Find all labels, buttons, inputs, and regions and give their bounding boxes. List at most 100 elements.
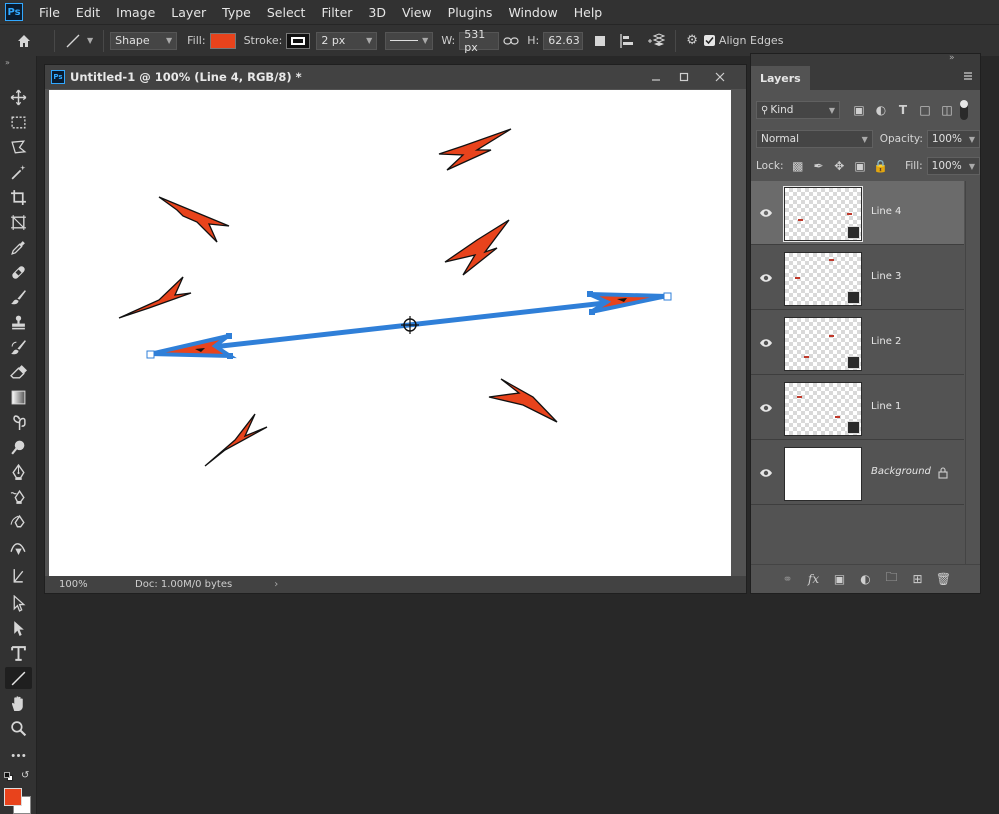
history-brush-tool[interactable] [5,336,32,358]
magic-wand-tool[interactable] [5,161,32,183]
fill-color-swatch[interactable] [209,32,236,49]
canvas[interactable] [49,90,731,576]
path-alignment-icon[interactable] [619,33,635,49]
arrowhead-shape[interactable] [438,128,512,171]
frame-tool[interactable] [5,211,32,233]
filter-type-icon[interactable]: T [892,103,914,117]
stroke-width-select[interactable]: 2 px ▼ [316,31,378,50]
layer-row-line-4[interactable]: Line 4 [751,181,964,245]
lasso-tool[interactable] [5,136,32,158]
home-icon[interactable] [16,33,32,49]
tool-preset-picker[interactable]: ▼ [65,33,93,49]
type-tool[interactable] [5,642,32,664]
menu-filter[interactable]: Filter [313,5,360,20]
layer-row-line-2[interactable]: Line 2 [751,311,964,375]
menu-file[interactable]: File [31,5,68,20]
brush-tool[interactable] [5,286,32,308]
anchor-point[interactable] [587,291,593,297]
foreground-color-swatch[interactable] [4,788,22,806]
pen-tool[interactable] [5,461,32,483]
menu-layer[interactable]: Layer [163,5,214,20]
lock-transparent-pixels-icon[interactable]: ▩ [787,159,808,173]
layer-row-background[interactable]: Background [751,441,964,505]
panel-menu-icon[interactable] [963,71,973,84]
zoom-level[interactable]: 100% [59,579,117,590]
line-tool[interactable] [5,667,32,689]
visibility-eye-icon[interactable] [759,206,773,220]
visibility-eye-icon[interactable] [759,401,773,415]
menu-plugins[interactable]: Plugins [440,5,501,20]
stroke-type-select[interactable]: ▼ [385,31,434,50]
menu-type[interactable]: Type [214,5,259,20]
path-selection-tool[interactable] [5,592,32,614]
minimize-button[interactable] [647,68,665,86]
filter-kind-select[interactable]: ⚲ Kind ▼ [756,101,840,119]
tab-layers[interactable]: Layers [751,66,810,90]
edit-toolbar-button[interactable] [5,744,32,766]
status-menu-chevron-icon[interactable]: › [274,579,278,590]
filter-adjustment-icon[interactable]: ◐ [870,103,892,117]
crop-tool[interactable] [5,186,32,208]
arrowhead-shape[interactable] [204,413,268,467]
maximize-button[interactable] [675,68,693,86]
layer-style-fx-icon[interactable]: fx [801,572,827,586]
lock-image-pixels-icon[interactable]: ✒ [808,159,829,173]
width-input[interactable]: 531 px [459,28,500,54]
menu-edit[interactable]: Edit [68,5,108,20]
visibility-eye-icon[interactable] [759,336,773,350]
add-anchor-tool[interactable] [5,536,32,558]
lock-artboard-icon[interactable]: ▣ [850,159,871,173]
arrowhead-shape[interactable] [118,276,192,319]
menu-image[interactable]: Image [108,5,163,20]
arrowhead-shape[interactable] [158,196,230,243]
gear-icon[interactable]: ⚙ [686,33,698,48]
delete-layer-trash-icon[interactable]: 🗑 [931,572,957,586]
path-arrangement-icon[interactable] [647,32,666,49]
arrowhead-shape[interactable] [444,219,510,276]
layer-row-line-3[interactable]: Line 3 [751,246,964,310]
link-layers-icon[interactable]: ⚭ [775,572,801,586]
line-4-start-arrowhead[interactable] [149,334,237,359]
menu-help[interactable]: Help [566,5,611,20]
toolbar-collapse-icon[interactable]: » [5,58,10,67]
stroke-color-swatch[interactable] [286,32,311,49]
fill-input[interactable]: 100% ▼ [926,157,980,175]
adjustment-layer-icon[interactable]: ◐ [853,572,879,586]
default-colors-icon[interactable] [4,772,14,782]
new-group-folder-icon[interactable]: 🗀 [879,568,905,589]
height-input[interactable]: 62.63 px [543,31,584,50]
gradient-tool[interactable] [5,386,32,408]
curvature-pen-tool[interactable] [5,511,32,533]
arrowhead-shape[interactable] [488,378,558,423]
lock-all-icon[interactable]: 🔒 [870,159,891,173]
visibility-eye-icon[interactable] [759,271,773,285]
collapse-panels-icon[interactable]: » [949,53,955,63]
blend-mode-select[interactable]: Normal ▼ [756,130,873,148]
direct-selection-tool[interactable] [5,617,32,639]
filter-pixel-icon[interactable]: ▣ [848,103,870,117]
add-mask-icon[interactable]: ▣ [827,572,853,586]
tool-mode-select[interactable]: Shape ▼ [110,31,178,50]
anchor-point[interactable] [227,353,233,359]
freeform-pen-tool[interactable] [5,486,32,508]
healing-brush-tool[interactable] [5,261,32,283]
layers-scrollbar[interactable] [965,181,979,566]
marquee-tool[interactable] [5,111,32,133]
dodge-tool[interactable] [5,436,32,458]
new-layer-icon[interactable]: ⊞ [905,572,931,586]
anchor-point[interactable] [589,309,595,315]
lock-position-icon[interactable]: ✥ [829,159,850,173]
eyedropper-tool[interactable] [5,236,32,258]
menu-select[interactable]: Select [259,5,314,20]
link-icon[interactable] [503,36,519,46]
convert-point-tool[interactable] [5,564,32,586]
menu-view[interactable]: View [394,5,440,20]
filter-shape-icon[interactable]: □ [914,103,936,117]
align-edges-checkbox[interactable] [703,35,715,46]
anchor-point[interactable] [663,292,672,301]
close-button[interactable] [711,68,729,86]
menu-3d[interactable]: 3D [360,5,394,20]
hand-tool[interactable] [5,692,32,714]
move-tool[interactable] [5,86,32,108]
swap-colors-icon[interactable]: ↺ [21,770,29,781]
